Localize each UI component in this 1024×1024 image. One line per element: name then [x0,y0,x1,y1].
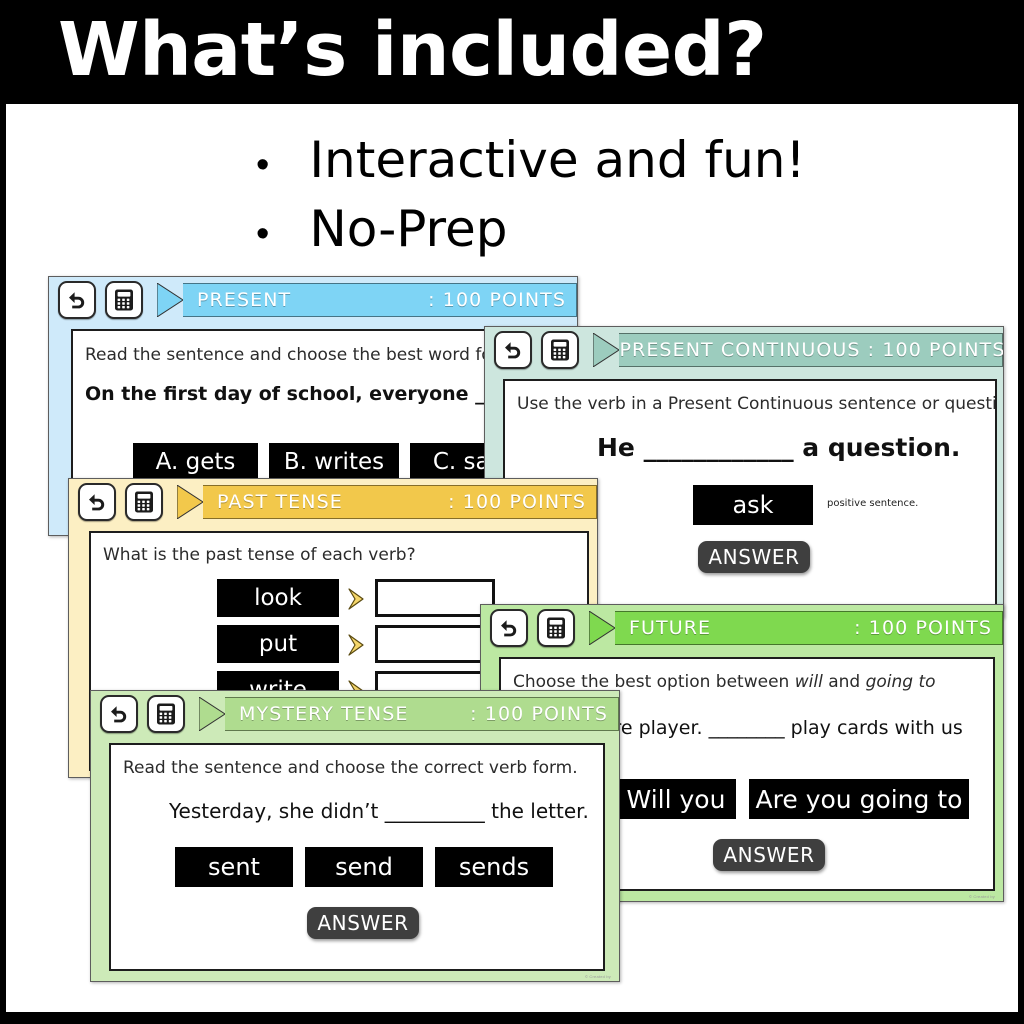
prompt-italic-will: will [794,672,823,692]
answer-button[interactable]: ANSWER [307,907,419,939]
card-banner-future: FUTURE : 100 POINTS [589,611,1003,645]
body-panel: • Interactive and fun! • No-Prep PRESENT… [6,104,1018,1012]
card-title: MYSTERY TENSE [239,703,409,725]
chevron-right-icon [348,588,364,610]
card-points: : 100 POINTS [470,703,608,725]
card-title: PAST TENSE [217,491,343,513]
card-prompt: Choose the best option between will and … [513,672,936,692]
back-arrow-icon[interactable] [490,609,528,647]
header-band: What’s included? [0,0,1024,100]
option-sent[interactable]: sent [175,847,293,887]
card-prompt: Read the sentence and choose the correct… [123,758,578,778]
list-item: • No-Prep [256,199,956,260]
back-arrow-icon[interactable] [494,331,532,369]
answer-box-2[interactable] [375,625,495,663]
slide-canvas: What’s included? • Interactive and fun! … [0,0,1024,1024]
answer-button[interactable]: ANSWER [698,541,810,573]
card-toolbar-mystery-tense: MYSTERY TENSE : 100 POINTS [91,691,619,737]
chevron-right-icon [348,634,364,656]
option-b[interactable]: B. writes [269,443,399,481]
calculator-icon[interactable] [147,695,185,733]
calculator-icon[interactable] [541,331,579,369]
list-item-label: No-Prep [309,200,508,258]
card-points: : 100 POINTS [428,289,566,311]
banner-chevron-icon [589,611,615,645]
back-arrow-icon[interactable] [58,281,96,319]
page-title: What’s included? [58,7,767,93]
answer-button[interactable]: ANSWER [713,839,825,871]
list-item: • Interactive and fun! [256,130,956,191]
calculator-icon[interactable] [105,281,143,319]
card-toolbar-past-tense: PAST TENSE : 100 POINTS [69,479,597,525]
verb-chip[interactable]: ask [693,485,813,525]
card-banner-present-continuous: PRESENT CONTINUOUS : 100 POINTS [593,333,1003,367]
card-watermark: © Created by [968,894,995,899]
card-content-mystery-tense: Read the sentence and choose the correct… [109,743,605,971]
card-banner-present: PRESENT : 100 POINTS [157,283,577,317]
option-a[interactable]: A. gets [133,443,258,481]
banner-chevron-icon [199,697,225,731]
option-sends[interactable]: sends [435,847,553,887]
card-points: : 100 POINTS [854,617,992,639]
card-title: PRESENT [197,289,292,311]
card-title: FUTURE [629,617,712,639]
slide-card-mystery-tense[interactable]: MYSTERY TENSE : 100 POINTS Read the sent… [90,690,620,982]
card-prompt: What is the past tense of each verb? [103,545,416,565]
bullet-icon: • [256,144,270,186]
verb-chip-2[interactable]: put [217,625,339,663]
option-are-you-going-to[interactable]: Are you going to [749,779,969,819]
card-title: PRESENT CONTINUOUS : 100 POINTS [619,339,1004,361]
card-toolbar-future: FUTURE : 100 POINTS [481,605,1003,651]
calculator-icon[interactable] [125,483,163,521]
card-sentence: Yesterday, she didn’t __________ the let… [169,799,589,823]
back-arrow-icon[interactable] [100,695,138,733]
hint-note: positive sentence. [827,498,919,509]
option-will-you[interactable]: Will you [616,779,736,819]
card-toolbar-present: PRESENT : 100 POINTS [49,277,577,323]
card-prompt: Use the verb in a Present Continuous sen… [517,394,997,414]
banner-chevron-icon [593,333,619,367]
back-arrow-icon[interactable] [78,483,116,521]
prompt-pre: Choose the best option between [513,672,795,692]
card-points: : 100 POINTS [448,491,586,513]
card-sentence: He ____________ a question. [597,433,961,462]
list-item-label: Interactive and fun! [309,131,806,189]
banner-chevron-icon [177,485,203,519]
answer-box-1[interactable] [375,579,495,617]
feature-bullet-list: • Interactive and fun! • No-Prep [256,130,956,268]
bullet-icon: • [256,213,270,255]
card-watermark: © Created by [584,974,611,979]
calculator-icon[interactable] [537,609,575,647]
option-send[interactable]: send [305,847,423,887]
prompt-italic-going-to: going to [865,672,936,692]
verb-chip-1[interactable]: look [217,579,339,617]
card-banner-mystery-tense: MYSTERY TENSE : 100 POINTS [199,697,619,731]
card-banner-past-tense: PAST TENSE : 100 POINTS [177,485,597,519]
card-toolbar-present-continuous: PRESENT CONTINUOUS : 100 POINTS [485,327,1003,373]
prompt-mid: and [822,672,866,692]
banner-chevron-icon [157,283,183,317]
